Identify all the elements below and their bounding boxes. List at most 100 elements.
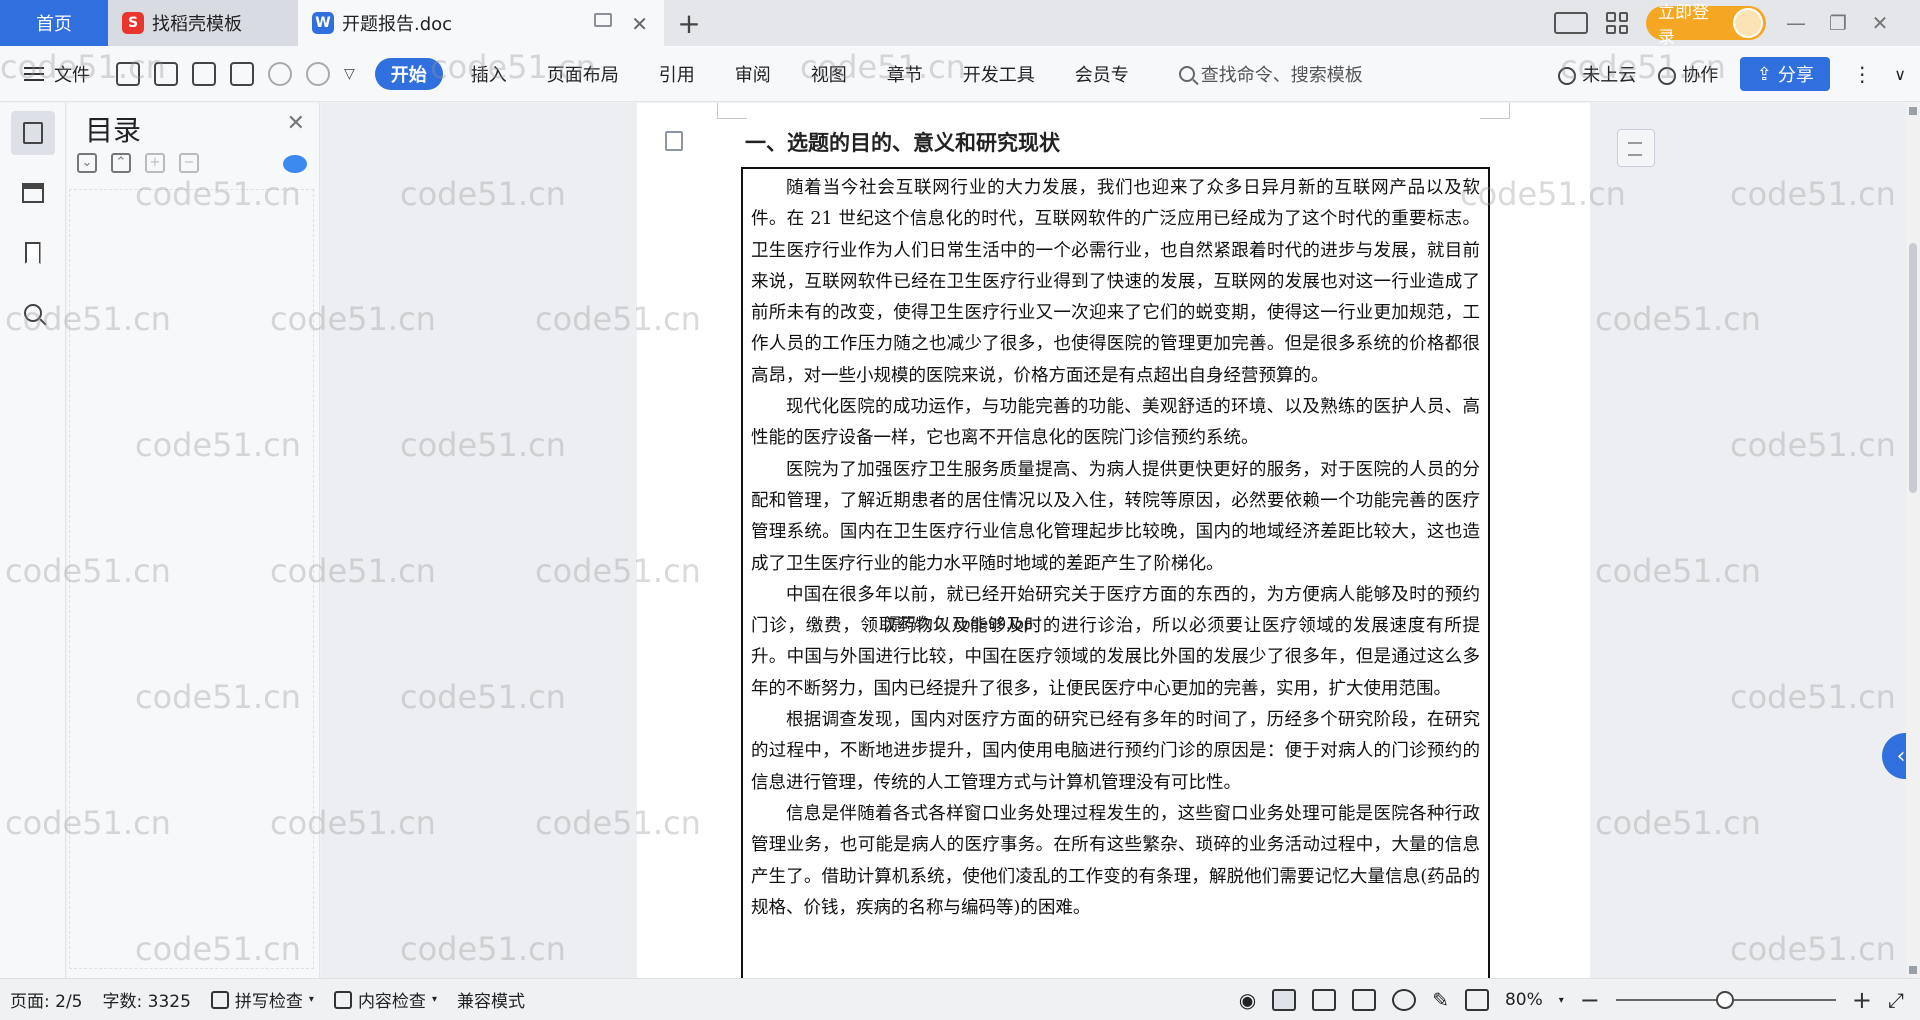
ai-assistant-icon[interactable] [283,155,307,173]
tab-review[interactable]: 审阅 [715,58,791,90]
tab-page-layout[interactable]: 页面布局 [527,58,639,90]
close-window-icon[interactable]: ✕ [1868,11,1892,35]
print-icon[interactable] [192,61,216,86]
zoom-out-icon[interactable]: − [1580,986,1600,1014]
share-button[interactable]: ⇪ 分享 [1740,57,1831,91]
web-view-icon[interactable] [1392,989,1417,1011]
inline-watermark: 源码久久 code99.top [885,616,1033,633]
collab-label: 协作 [1682,65,1719,86]
spell-check-button[interactable]: 拼写检查 ▾ [201,987,324,1012]
scroll-down-icon[interactable] [1909,966,1917,974]
toc-close-icon[interactable]: ✕ [287,111,305,136]
zoom-level[interactable]: 80% [1505,990,1543,1010]
fit-page-icon[interactable] [1464,989,1489,1011]
paragraph: 随着当今社会互联网行业的大力发展，我们也迎来了众多日异月新的互联网产品以及软件。… [751,178,1480,386]
paragraph: 根据调查发现，国内对医疗方面的研究已经有多年的时间了，历经多个研究阶段，在研究的… [751,710,1480,793]
more-icon[interactable]: ⋮ [1852,62,1872,86]
tab-document-label: 开题报告.doc [342,14,453,35]
login-button[interactable]: 立即登录 [1646,3,1766,48]
tab-references[interactable]: 引用 [639,58,715,90]
tab-home-ribbon[interactable]: 开始 [374,57,443,90]
page-view-icon[interactable] [1272,989,1297,1011]
tab-insert[interactable]: 插入 [451,58,527,90]
monitor-icon[interactable] [594,13,612,27]
paragraph: 信息是伴随着各式各样窗口业务处理过程发生的，这些窗口业务处理可能是医院各种行政管… [751,803,1480,918]
share-label: 分享 [1777,65,1814,86]
zoom-slider[interactable] [1615,991,1836,1009]
docer-logo-icon: S [122,12,144,34]
minimize-icon[interactable]: — [1784,11,1808,35]
export-icon[interactable] [154,61,178,86]
apps-grid-icon[interactable] [1606,12,1628,34]
save-icon[interactable] [116,61,140,86]
toc-title: 目录 [85,114,142,147]
tab-bar: 首页 S 找稻壳模板 W 开题报告.doc ✕ + 立即登录 — ❐ ✕ [0,0,1920,48]
margin-mark-right [1480,103,1510,119]
expand-all-icon[interactable]: ⌄ [77,153,97,173]
document-page[interactable]: 一、选题的目的、意义和研究现状 随着当今社会互联网行业的大力发展，我们也迎来了众… [637,103,1590,978]
cloud-status-label: 未上云 [1582,65,1637,86]
file-menu-label: 文件 [54,64,90,86]
toc-toolbar: ⌄ ⌃ + − [77,153,199,173]
zoom-in-icon[interactable]: + [1852,986,1872,1014]
margin-mark-left [717,103,747,119]
command-search[interactable]: 查找命令、搜索模板 [1178,61,1363,87]
chevron-down-icon: ▾ [308,994,314,1005]
read-view-icon[interactable] [1352,989,1377,1011]
side-panel-toggle[interactable] [1617,129,1655,167]
collab-button[interactable]: 协作 [1658,61,1718,87]
tab-member[interactable]: 会员专 [1055,58,1149,90]
demote-icon[interactable]: − [179,153,199,173]
tab-chapter[interactable]: 章节 [867,58,943,90]
tab-home[interactable]: 首页 [0,0,108,46]
paragraph-menu-icon[interactable] [665,131,683,151]
command-search-placeholder: 查找命令、搜索模板 [1200,64,1363,86]
content-check-label: 内容检查 [357,992,426,1012]
text-box[interactable]: 随着当今社会互联网行业的大力发展，我们也迎来了众多日异月新的互联网产品以及软件。… [741,167,1490,978]
tab-templates-label: 找稻壳模板 [152,14,242,35]
chapter-nav-button[interactable] [11,171,55,215]
find-icon [23,304,42,322]
scroll-up-icon[interactable] [1909,107,1917,115]
new-tab-button[interactable]: + [664,0,714,46]
zoom-slider-knob[interactable] [1715,991,1734,1009]
fullscreen-icon[interactable]: ⤢ [1888,988,1904,1012]
promote-icon[interactable]: + [145,153,165,173]
content-check-button[interactable]: 内容检查 ▾ [324,987,447,1012]
word-count[interactable]: 字数: 3325 [93,987,201,1012]
quick-access-toolbar: ▽ [110,61,367,86]
eye-protect-icon[interactable]: ◉ [1239,988,1256,1012]
cloud-status[interactable]: 未上云 [1558,61,1636,87]
search-icon [1178,65,1195,82]
collapse-ribbon-icon[interactable]: ∨ [1894,65,1906,84]
tab-document[interactable]: W 开题报告.doc ✕ [298,0,664,46]
tab-templates[interactable]: S 找稻壳模板 [108,0,298,46]
outline-icon [22,122,43,144]
collapse-all-icon[interactable]: ⌃ [111,153,131,173]
toc-nav-button[interactable] [10,111,55,155]
scroll-thumb[interactable] [1909,243,1917,493]
outline-view-icon[interactable] [1312,989,1337,1011]
left-nav-strip [0,103,66,978]
chevron-down-icon[interactable]: ▾ [1559,995,1564,1006]
file-menu[interactable]: 文件 [0,61,110,87]
tab-view[interactable]: 视图 [791,58,867,90]
close-tab-icon[interactable]: ✕ [631,12,648,36]
page-indicator[interactable]: 页面: 2/5 [0,987,93,1012]
tab-developer[interactable]: 开发工具 [943,58,1055,90]
print-preview-icon[interactable] [230,61,254,86]
pen-icon[interactable]: ✎ [1432,988,1449,1012]
find-nav-button[interactable] [11,291,55,335]
status-bar: 页面: 2/5 字数: 3325 拼写检查 ▾ 内容检查 ▾ 兼容模式 ◉ ✎ 80… [0,978,1920,1020]
bookmark-nav-button[interactable] [11,231,55,275]
layout-icon[interactable] [1554,12,1588,34]
chevron-down-icon[interactable]: ▽ [344,66,355,82]
redo-icon[interactable] [306,61,330,86]
share-icon: ⇪ [1756,63,1772,85]
spell-check-label: 拼写检查 [234,992,303,1012]
vertical-scrollbar[interactable] [1906,103,1920,978]
title-right-controls: 立即登录 — ❐ ✕ [1554,0,1920,48]
user-icon [1658,67,1677,85]
restore-icon[interactable]: ❐ [1826,11,1850,35]
undo-icon[interactable] [268,61,292,86]
